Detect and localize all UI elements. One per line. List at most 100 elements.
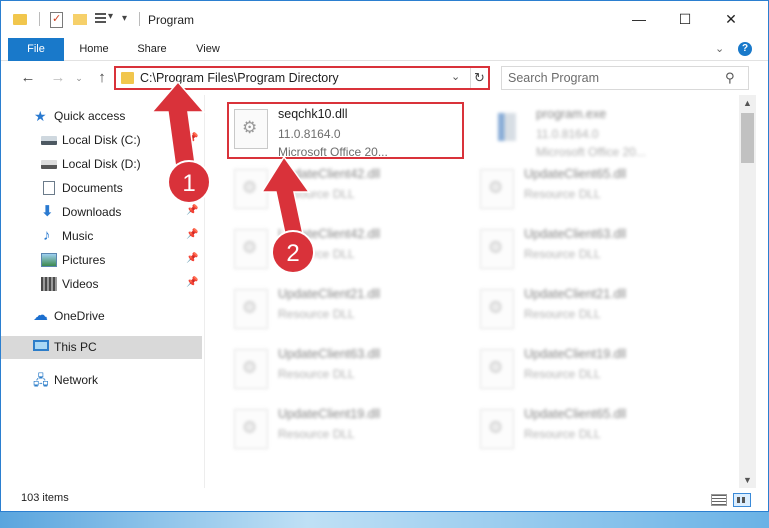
file-highlight-box xyxy=(227,102,464,159)
sidebar-item-label: Downloads xyxy=(62,205,122,219)
sidebar-item-music[interactable]: ♪ Music 📌 xyxy=(1,225,202,247)
folder-icon[interactable] xyxy=(12,11,28,27)
file-tile[interactable]: UpdateClient65.dll Resource DLL xyxy=(476,163,711,219)
sidebar-item-local-disk-d[interactable]: Local Disk (D:) xyxy=(1,153,202,175)
dll-file-icon xyxy=(480,349,514,389)
search-input[interactable] xyxy=(508,70,718,86)
sidebar-item-videos[interactable]: Videos 📌 xyxy=(1,273,202,295)
window-title: Program xyxy=(148,13,195,27)
file-description: Resource DLL xyxy=(524,247,601,261)
pin-icon: 📌 xyxy=(186,133,199,144)
file-name: UpdateClient19.dll xyxy=(524,347,627,361)
sidebar-item-this-pc[interactable]: This PC xyxy=(1,336,202,359)
file-tile[interactable]: UpdateClient63.dll Resource DLL xyxy=(476,223,711,279)
close-button[interactable]: ✕ xyxy=(708,1,754,38)
exe-file-icon xyxy=(492,109,526,149)
view-options-icon[interactable] xyxy=(94,11,116,27)
scroll-up-icon[interactable]: ▲ xyxy=(739,95,756,111)
navigation-pane: ★ Quick access Local Disk (C:) 📌 Local D… xyxy=(1,95,205,488)
file-name: UpdateClient21.dll xyxy=(524,287,627,301)
file-description: Resource DLL xyxy=(278,367,355,381)
customize-toolbar-icon[interactable]: ▾ xyxy=(122,11,138,27)
cloud-icon: ☁ xyxy=(33,307,48,324)
file-description: Resource DLL xyxy=(524,187,601,201)
tab-share[interactable]: Share xyxy=(126,38,178,61)
title-divider xyxy=(139,12,140,26)
file-name: UpdateClient65.dll xyxy=(524,167,627,181)
search-box[interactable]: ⚲ xyxy=(501,66,749,90)
details-view-icon[interactable] xyxy=(711,494,727,506)
pin-icon: 📌 xyxy=(186,205,199,216)
pin-icon: 📌 xyxy=(186,229,199,240)
star-icon: ★ xyxy=(34,108,47,124)
dll-file-icon xyxy=(234,169,268,209)
scroll-thumb[interactable] xyxy=(741,113,754,163)
maximize-button[interactable]: ☐ xyxy=(662,1,708,38)
videos-icon xyxy=(41,277,57,291)
minimize-button[interactable]: — xyxy=(616,1,662,38)
music-icon: ♪ xyxy=(43,227,51,244)
file-tile[interactable]: UpdateClient42.dll Resource DLL xyxy=(230,163,465,219)
file-name: UpdateClient65.dll xyxy=(524,407,627,421)
drive-icon xyxy=(41,136,57,145)
tab-file[interactable]: File xyxy=(8,38,64,61)
file-tile[interactable]: UpdateClient42.dll Resource DLL xyxy=(230,223,465,279)
sidebar-item-label: Network xyxy=(54,373,99,387)
help-icon[interactable]: ? xyxy=(738,42,752,56)
file-name: program.exe xyxy=(536,107,607,121)
scroll-down-icon[interactable]: ▼ xyxy=(739,472,756,488)
recent-locations-icon[interactable]: ⌄ xyxy=(74,68,84,88)
downloads-icon: ⬇ xyxy=(41,203,54,220)
sidebar-item-label: OneDrive xyxy=(54,309,105,323)
refresh-icon[interactable]: ↻ xyxy=(470,68,488,88)
back-arrow-icon[interactable]: ← xyxy=(18,68,38,88)
file-description: Microsoft Office 20... xyxy=(536,145,646,159)
sidebar-item-network[interactable]: 🖧 Network xyxy=(1,369,202,391)
pin-icon: 📌 xyxy=(186,253,199,264)
sidebar-item-quick-access[interactable]: ★ Quick access xyxy=(1,105,202,127)
sidebar-item-label: Pictures xyxy=(62,253,106,267)
tab-view[interactable]: View xyxy=(185,38,231,61)
ribbon-tabs: File Home Share View ⌄ ? xyxy=(1,38,768,61)
expand-ribbon-icon[interactable]: ⌄ xyxy=(715,42,724,55)
chevron-down-icon[interactable]: ⌄ xyxy=(451,70,460,83)
sidebar-item-pictures[interactable]: Pictures 📌 xyxy=(1,249,202,271)
sidebar-item-onedrive[interactable]: ☁ OneDrive xyxy=(1,305,202,327)
title-bar: ▾ Program — ☐ ✕ xyxy=(1,1,768,38)
dll-file-icon xyxy=(480,169,514,209)
file-tile[interactable]: UpdateClient21.dll Resource DLL xyxy=(230,283,465,339)
sidebar-item-documents[interactable]: Documents xyxy=(1,177,202,199)
sidebar-item-label: Music xyxy=(62,229,94,243)
file-tile[interactable]: UpdateClient65.dll Resource DLL xyxy=(476,403,711,459)
file-tile-program-exe[interactable]: program.exe 11.0.8164.0 Microsoft Office… xyxy=(488,103,723,159)
search-icon[interactable]: ⚲ xyxy=(725,70,735,86)
dll-file-icon xyxy=(234,349,268,389)
sidebar-item-label: Local Disk (C:) xyxy=(62,133,141,147)
file-tile[interactable]: UpdateClient21.dll Resource DLL xyxy=(476,283,711,339)
file-description: Resource DLL xyxy=(278,427,355,441)
address-bar[interactable]: C:\Program Files\Program Directory ⌄ ↻ xyxy=(114,66,490,90)
desktop-background xyxy=(0,512,769,528)
file-description: Resource DLL xyxy=(524,307,601,321)
sidebar-item-label: Local Disk (D:) xyxy=(62,157,141,171)
tab-home[interactable]: Home xyxy=(69,38,119,61)
address-path[interactable]: C:\Program Files\Program Directory xyxy=(140,71,339,85)
sidebar-item-downloads[interactable]: ⬇ Downloads 📌 xyxy=(1,201,202,223)
sidebar-item-label: Videos xyxy=(62,277,99,291)
forward-arrow-icon[interactable]: → xyxy=(48,68,68,88)
sidebar-item-label: Quick access xyxy=(54,109,126,123)
sidebar-item-local-disk-c[interactable]: Local Disk (C:) 📌 xyxy=(1,129,202,151)
sidebar-item-label: This PC xyxy=(54,340,97,354)
file-tile[interactable]: UpdateClient19.dll Resource DLL xyxy=(230,403,465,459)
dll-file-icon xyxy=(480,229,514,269)
new-folder-icon[interactable] xyxy=(72,11,88,27)
sidebar-item-label: Documents xyxy=(62,181,123,195)
file-description: Resource DLL xyxy=(278,187,355,201)
file-tile[interactable]: UpdateClient63.dll Resource DLL xyxy=(230,343,465,399)
up-arrow-icon[interactable]: ↑ xyxy=(92,68,112,88)
tiles-view-icon[interactable] xyxy=(733,493,751,507)
vertical-scrollbar[interactable]: ▲ ▼ xyxy=(739,95,756,488)
navigation-bar: ← → ⌄ ↑ C:\Program Files\Program Directo… xyxy=(1,62,768,94)
properties-icon[interactable] xyxy=(48,11,64,28)
file-tile[interactable]: UpdateClient19.dll Resource DLL xyxy=(476,343,711,399)
